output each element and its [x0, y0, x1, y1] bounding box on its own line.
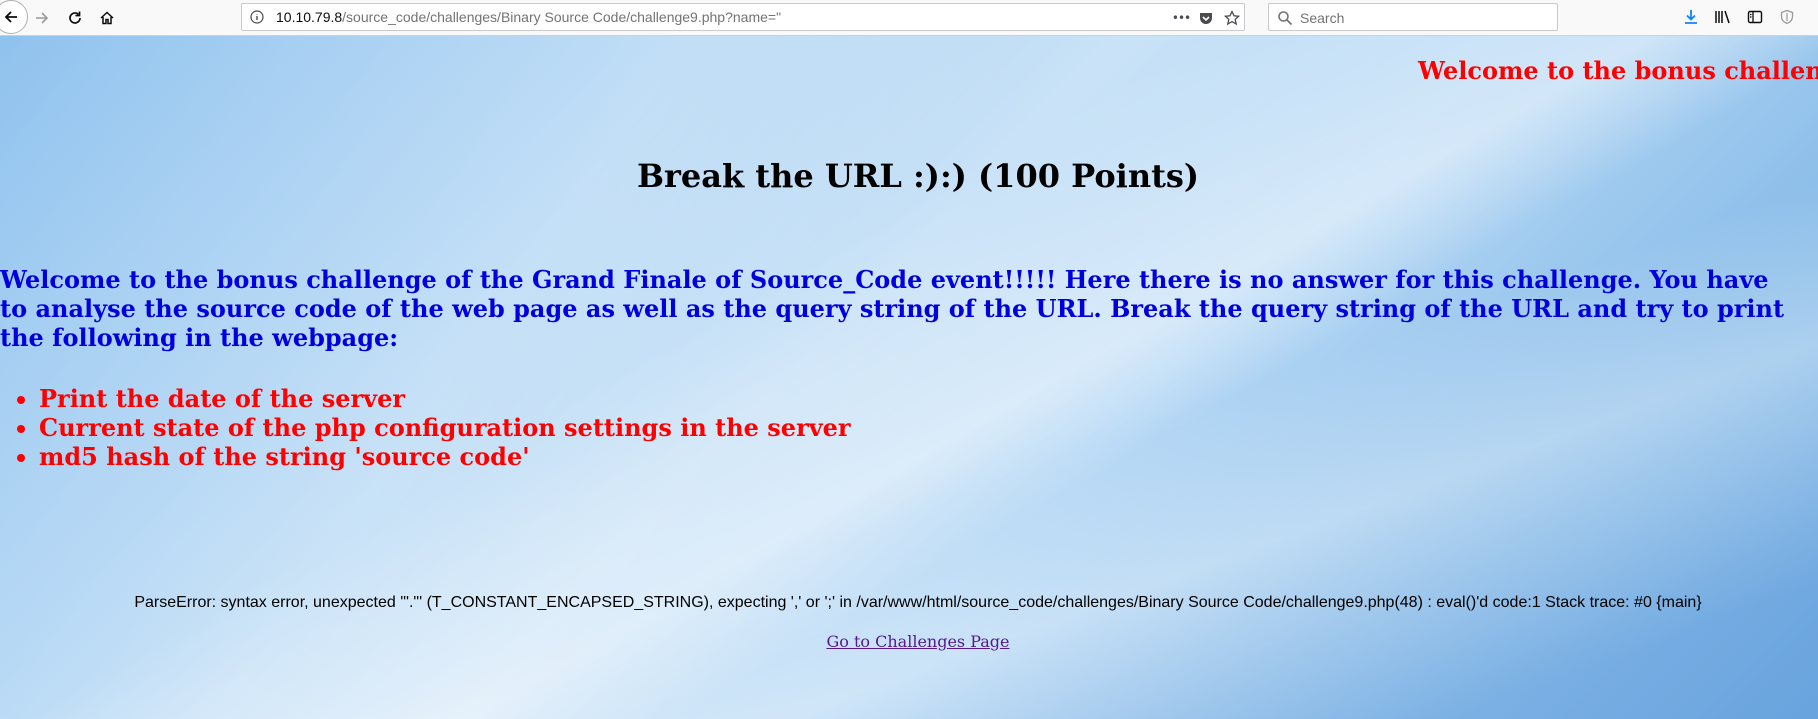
reload-icon [69, 11, 81, 24]
url-host: 10.10.79.8 [276, 9, 343, 25]
forward-button[interactable] [28, 4, 56, 32]
web-page: Welcome to the bonus challen Break the U… [0, 36, 1818, 719]
library-icon [1715, 10, 1730, 24]
home-icon [100, 11, 114, 25]
bookmark-star-button[interactable] [1222, 8, 1242, 28]
page-title: Break the URL :):) (100 Points) [636, 157, 1200, 195]
task-item-md5: md5 hash of the string 'source code' [39, 442, 851, 471]
challenges-link-container: Go to Challenges Page [0, 632, 1818, 651]
task-item-php-config: Current state of the php configuration s… [39, 413, 851, 442]
star-icon [1224, 10, 1240, 26]
home-button[interactable] [93, 4, 121, 32]
search-input[interactable]: Search [1300, 10, 1344, 26]
url-bar[interactable]: 10.10.79.8/source_code/challenges/Binary… [241, 3, 1245, 31]
sidebar-icon [1747, 10, 1763, 24]
sidebar-button[interactable] [1744, 6, 1766, 28]
shield-button[interactable] [1776, 6, 1798, 28]
task-list: Print the date of the server Current sta… [0, 384, 851, 471]
arrow-left-icon [4, 11, 17, 23]
pocket-button[interactable] [1196, 8, 1216, 28]
info-icon[interactable] [250, 10, 264, 24]
parse-error-message: ParseError: syntax error, unexpected '".… [134, 594, 1702, 611]
go-to-challenges-link[interactable]: Go to Challenges Page [826, 632, 1009, 651]
browser-toolbar: 10.10.79.8/source_code/challenges/Binary… [0, 0, 1818, 36]
reload-button[interactable] [61, 4, 89, 32]
download-icon [1685, 10, 1697, 24]
search-bar[interactable]: Search [1268, 3, 1558, 31]
back-button[interactable] [0, 0, 28, 34]
pocket-icon [1200, 13, 1212, 24]
shield-icon [1780, 9, 1794, 25]
library-button[interactable] [1712, 6, 1734, 28]
intro-paragraph: Welcome to the bonus challenge of the Gr… [0, 265, 1785, 352]
arrow-right-icon [36, 12, 49, 24]
search-icon [1278, 11, 1293, 26]
page-actions-icon[interactable]: ••• [1172, 8, 1191, 28]
marquee-text: Welcome to the bonus challen [1418, 56, 1818, 85]
url-text[interactable]: 10.10.79.8/source_code/challenges/Binary… [276, 9, 781, 25]
task-item-date: Print the date of the server [39, 384, 851, 413]
url-path: /source_code/challenges/Binary Source Co… [342, 9, 782, 25]
downloads-button[interactable] [1680, 6, 1702, 28]
